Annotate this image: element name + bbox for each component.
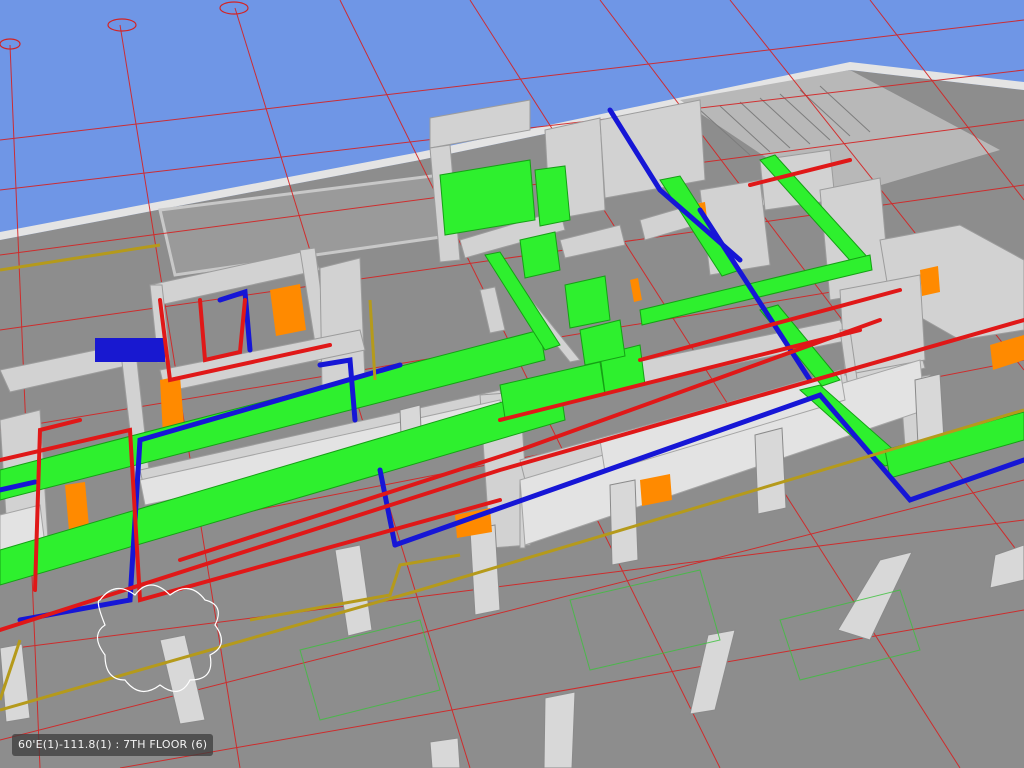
3d-model-viewport[interactable]: 60'E(1)-111.8(1) : 7TH FLOOR (6) <box>0 0 1024 768</box>
bim-3d-scene[interactable] <box>0 0 1024 768</box>
blue-equipment <box>95 338 165 362</box>
view-status-label: 60'E(1)-111.8(1) : 7TH FLOOR (6) <box>12 734 214 756</box>
